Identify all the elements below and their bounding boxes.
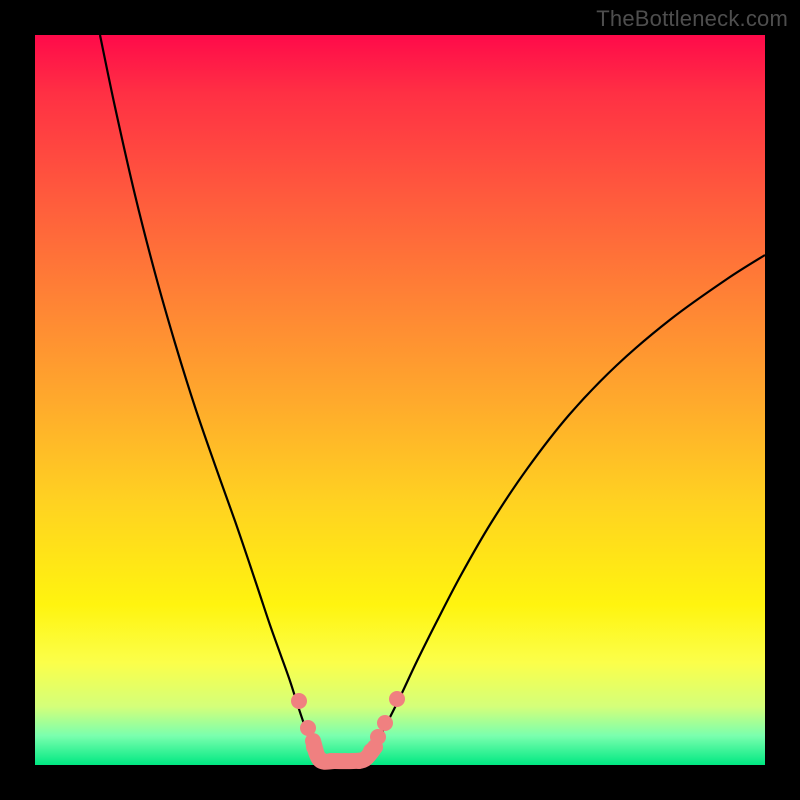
plot-area (35, 35, 765, 765)
marker-dot (323, 753, 339, 769)
valley-markers (291, 691, 405, 769)
chart-frame: TheBottleneck.com (0, 0, 800, 800)
marker-dot (337, 753, 353, 769)
marker-dot (291, 693, 307, 709)
watermark-text: TheBottleneck.com (596, 6, 788, 32)
curve-svg (35, 35, 765, 765)
marker-dot (377, 715, 393, 731)
left-curve (100, 35, 321, 761)
marker-dot (363, 743, 379, 759)
right-curve (365, 255, 765, 761)
marker-dot (370, 729, 386, 745)
marker-dot (389, 691, 405, 707)
marker-dot (300, 720, 316, 736)
